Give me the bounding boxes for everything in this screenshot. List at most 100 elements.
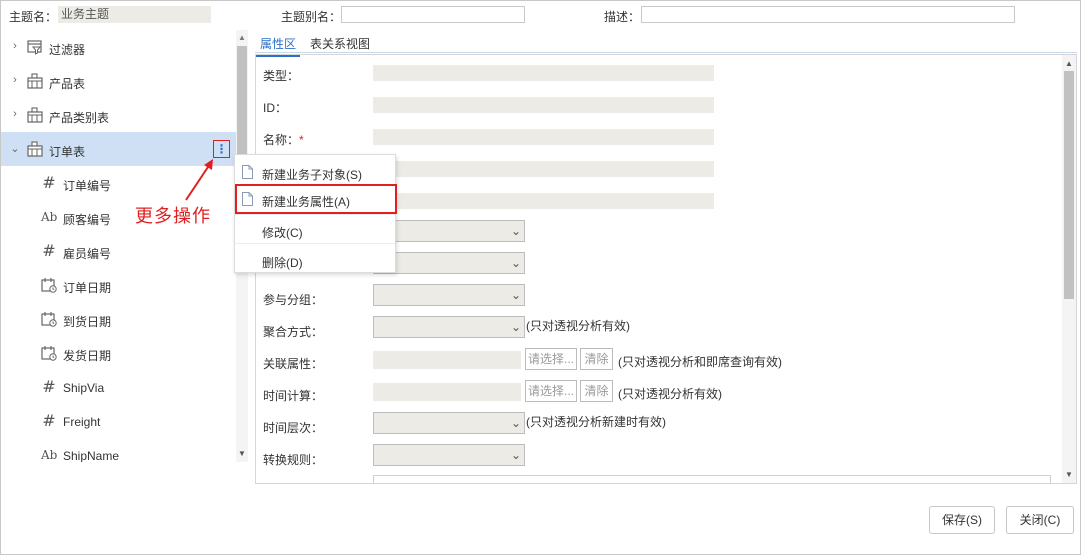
menu-item-label: 新建业务子对象(S)	[262, 168, 362, 182]
menu-separator	[235, 243, 395, 244]
hash-icon: #	[42, 173, 56, 192]
hash-icon: #	[42, 377, 56, 396]
description-field[interactable]	[641, 6, 1015, 23]
scroll-down-icon[interactable]: ▼	[1065, 470, 1073, 479]
tree-field-item[interactable]: 订单日期	[1, 268, 236, 302]
panel-scrollbar[interactable]: ▲ ▼	[1062, 55, 1076, 483]
scroll-up-icon[interactable]: ▲	[238, 33, 246, 42]
tree-field-label: ShipVia	[63, 381, 105, 395]
text-field-icon: Ab	[41, 448, 58, 462]
table-icon	[27, 141, 43, 157]
time-calc-row: 时间计算： 请选择... 清除 (只对透视分析有效)	[256, 377, 1056, 409]
more-vertical-icon: ⋮	[215, 142, 228, 156]
related-attr-label: 关联属性：	[263, 357, 324, 371]
tree-field-label: 顾客编号	[63, 213, 112, 227]
resource-tree: › 过滤器 › 产品表 › 产品类别表 ⌄ 订单表 ⋮ # 订单编号 Ab 顾客…	[1, 30, 236, 462]
tree-field-label: 订单日期	[63, 281, 112, 295]
text-field-icon: Ab	[41, 210, 58, 224]
chevron-right-icon[interactable]: ›	[10, 74, 20, 86]
tab-bar: 属性区 表关系视图	[255, 33, 1077, 57]
scroll-up-icon[interactable]: ▲	[1065, 59, 1073, 68]
time-level-label: 时间层次：	[263, 421, 324, 435]
filter-table-icon	[27, 40, 42, 55]
tree-field-label: 发货日期	[63, 349, 112, 363]
tree-item-product[interactable]: › 产品表	[1, 64, 236, 98]
name-field[interactable]	[373, 129, 714, 145]
name-label: 名称：*	[263, 133, 304, 147]
time-calc-field[interactable]	[373, 383, 521, 401]
time-level-select[interactable]: ⌄	[373, 412, 525, 434]
table-icon	[27, 107, 43, 123]
chevron-down-icon: ⌄	[510, 320, 521, 334]
tree-field-label: Freight	[63, 415, 101, 429]
tree-field-item[interactable]: # Freight	[1, 404, 236, 438]
convert-rule-select[interactable]: ⌄	[373, 444, 525, 466]
tree-field-item[interactable]: # ShipVia	[1, 370, 236, 404]
convert-rule-label: 转换规则：	[263, 453, 324, 467]
tree-field-label: 到货日期	[63, 315, 112, 329]
table-icon	[27, 73, 43, 89]
tree-field-label: ShipName	[63, 449, 120, 462]
tree-field-item[interactable]: 到货日期	[1, 302, 236, 336]
topic-header: 主题名： 业务主题 主题别名： 描述：	[0, 0, 1081, 30]
tree-field-item[interactable]: 发货日期	[1, 336, 236, 370]
type-field[interactable]	[373, 65, 714, 81]
description-prop-field[interactable]	[373, 193, 714, 209]
tree-item-filter[interactable]: › 过滤器	[1, 30, 236, 64]
tab-relationship-view[interactable]: 表关系视图	[310, 35, 370, 52]
tree-field-item[interactable]: Ab ShipName	[1, 438, 236, 462]
group-select[interactable]: ⌄	[373, 284, 525, 306]
menu-item-delete[interactable]: 删除(D)	[235, 245, 395, 275]
type-label: 类型：	[263, 69, 300, 83]
time-calc-clear-button[interactable]: 清除	[580, 380, 613, 402]
topic-name-field[interactable]: 业务主题	[58, 6, 211, 23]
topic-alias-field[interactable]	[341, 6, 525, 23]
id-label: ID：	[263, 101, 288, 115]
related-attr-clear-button[interactable]: 清除	[580, 348, 613, 370]
scrollbar-thumb[interactable]	[1064, 71, 1074, 299]
tab-properties[interactable]: 属性区	[255, 35, 301, 57]
related-attr-select-button[interactable]: 请选择...	[525, 348, 577, 370]
calendar-icon	[41, 346, 57, 361]
related-attr-row: 关联属性： 请选择... 清除 (只对透视分析和即席查询有效)	[256, 345, 1056, 377]
aggregation-row: 聚合方式： ⌄ (只对透视分析有效)	[256, 313, 1056, 345]
related-attr-note: (只对透视分析和即席查询有效)	[618, 355, 782, 369]
chevron-down-icon: ⌄	[510, 288, 521, 302]
topic-alias-label: 主题别名：	[281, 10, 342, 24]
tree-item-label: 过滤器	[49, 43, 86, 57]
related-attr-field[interactable]	[373, 351, 521, 369]
chevron-down-icon[interactable]: ⌄	[10, 142, 20, 155]
aggregation-select[interactable]: ⌄	[373, 316, 525, 338]
scroll-down-icon[interactable]: ▼	[238, 449, 246, 458]
menu-item-label: 修改(C)	[262, 226, 303, 240]
expression-textarea[interactable]	[373, 475, 1051, 483]
chevron-down-icon: ⌄	[510, 224, 521, 238]
more-actions-annotation: 更多操作	[135, 206, 211, 226]
menu-item-new-attribute[interactable]: 新建业务属性(A)	[235, 184, 397, 214]
hash-icon: #	[42, 411, 56, 430]
tree-item-product-category[interactable]: › 产品类别表	[1, 98, 236, 132]
tree-field-label: 订单编号	[63, 179, 112, 193]
time-level-row: 时间层次： ⌄ (只对透视分析新建时有效)	[256, 409, 1056, 441]
save-button[interactable]: 保存(S)	[929, 506, 995, 534]
tree-item-label: 产品表	[49, 77, 86, 91]
context-menu: 新建业务子对象(S) 新建业务属性(A) 修改(C) 删除(D)	[234, 154, 397, 275]
time-level-note: (只对透视分析新建时有效)	[526, 415, 666, 429]
hash-icon: #	[42, 241, 56, 260]
time-calc-label: 时间计算：	[263, 389, 324, 403]
alias-field[interactable]	[373, 161, 714, 177]
chevron-down-icon: ⌄	[510, 448, 521, 462]
annotation-arrow-icon	[185, 159, 213, 201]
aggregation-label: 聚合方式：	[263, 325, 324, 339]
menu-item-modify[interactable]: 修改(C)	[235, 215, 395, 245]
chevron-right-icon[interactable]: ›	[10, 40, 20, 52]
tree-field-item[interactable]: # 雇员编号	[1, 234, 236, 268]
document-icon	[242, 165, 253, 179]
close-button[interactable]: 关闭(C)	[1006, 506, 1074, 534]
time-calc-select-button[interactable]: 请选择...	[525, 380, 577, 402]
required-marker: *	[299, 133, 304, 147]
menu-item-label: 新建业务属性(A)	[262, 195, 350, 209]
menu-item-new-sub-object[interactable]: 新建业务子对象(S)	[235, 157, 395, 187]
chevron-right-icon[interactable]: ›	[10, 108, 20, 120]
id-field[interactable]	[373, 97, 714, 113]
